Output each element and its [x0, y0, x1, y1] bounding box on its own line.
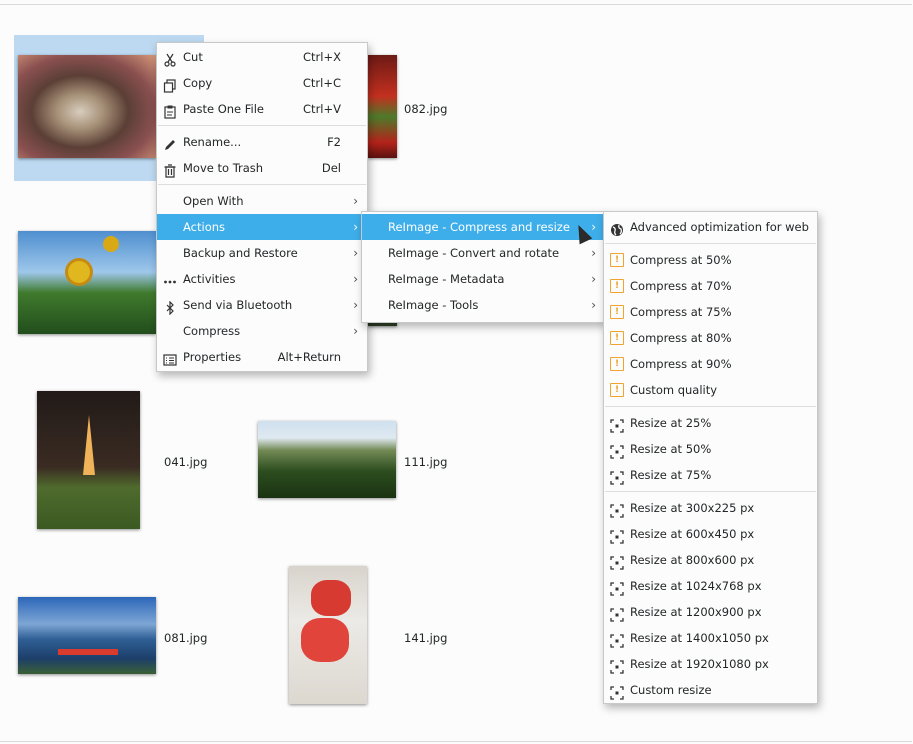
actions-submenu: ReImage - Compress and resize › ReImage …: [361, 211, 606, 323]
file-name-141: 141.jpg: [404, 631, 448, 645]
resize-icon: [610, 579, 624, 596]
thumbnail-sunflowers[interactable]: [18, 231, 156, 334]
menu-item-reimage-compress-resize[interactable]: ReImage - Compress and resize ›: [362, 214, 605, 240]
file-name-081: 081.jpg: [164, 631, 208, 645]
chevron-right-icon: ›: [353, 246, 358, 260]
chevron-right-icon: ›: [591, 298, 596, 312]
menu-item-resize-1200x900[interactable]: Resize at 1200x900 px: [604, 599, 817, 625]
resize-icon: [610, 416, 624, 433]
menu-separator: [158, 184, 366, 185]
menu-item-paste[interactable]: Paste One File Ctrl+V: [157, 96, 367, 122]
bluetooth-icon: [163, 298, 177, 316]
menu-item-activities[interactable]: Activities ›: [157, 266, 367, 292]
image-quality-icon: [610, 377, 624, 403]
menu-item-move-to-trash[interactable]: Move to Trash Del: [157, 155, 367, 181]
resize-icon: [610, 468, 624, 485]
image-quality-icon: [610, 325, 624, 351]
menu-item-send-bluetooth[interactable]: Send via Bluetooth ›: [157, 292, 367, 318]
chevron-right-icon: ›: [591, 246, 596, 260]
chevron-right-icon: ›: [591, 220, 596, 234]
menu-item-compress-50[interactable]: Compress at 50%: [604, 247, 817, 273]
menu-item-reimage-metadata[interactable]: ReImage - Metadata ›: [362, 266, 605, 292]
thumbnail-cinnamon[interactable]: [18, 55, 156, 158]
paste-icon: [163, 102, 177, 119]
image-quality-icon: [610, 351, 624, 377]
menu-separator: [605, 491, 816, 492]
menu-item-resize-800x600[interactable]: Resize at 800x600 px: [604, 547, 817, 573]
globe-icon: [610, 220, 624, 236]
copy-icon: [163, 76, 177, 93]
chevron-right-icon: ›: [353, 272, 358, 286]
resize-icon: [610, 553, 624, 570]
menu-item-compress[interactable]: Compress ›: [157, 318, 367, 344]
context-menu: Cut Ctrl+X Copy Ctrl+C Paste One File Ct…: [156, 42, 368, 372]
trash-icon: [163, 161, 177, 178]
menu-item-backup-restore[interactable]: Backup and Restore ›: [157, 240, 367, 266]
file-name-111: 111.jpg: [404, 455, 448, 469]
thumbnail-082[interactable]: [368, 55, 397, 158]
menu-item-actions[interactable]: Actions ›: [157, 214, 367, 240]
thumbnail-111[interactable]: [258, 421, 396, 498]
image-quality-icon: [610, 299, 624, 325]
thumbnail-141[interactable]: [289, 566, 367, 704]
file-name-082: 082.jpg: [404, 102, 448, 116]
chevron-right-icon: ›: [353, 194, 358, 208]
menu-item-reimage-tools[interactable]: ReImage - Tools ›: [362, 292, 605, 318]
menu-item-reimage-convert-rotate[interactable]: ReImage - Convert and rotate ›: [362, 240, 605, 266]
properties-icon: [163, 350, 177, 366]
menu-item-resize-75[interactable]: Resize at 75%: [604, 462, 817, 488]
menu-item-resize-1920x1080[interactable]: Resize at 1920x1080 px: [604, 651, 817, 677]
chevron-right-icon: ›: [353, 298, 358, 312]
menu-item-resize-300x225[interactable]: Resize at 300x225 px: [604, 495, 817, 521]
scissors-icon: [163, 50, 177, 67]
menu-item-compress-80[interactable]: Compress at 80%: [604, 325, 817, 351]
menu-item-resize-600x450[interactable]: Resize at 600x450 px: [604, 521, 817, 547]
thumbnail-081[interactable]: [18, 597, 156, 674]
menu-item-resize-1400x1050[interactable]: Resize at 1400x1050 px: [604, 625, 817, 651]
chevron-right-icon: ›: [591, 272, 596, 286]
pencil-icon: [163, 135, 177, 150]
resize-icon: [610, 527, 624, 544]
menu-item-compress-75[interactable]: Compress at 75%: [604, 299, 817, 325]
dots-icon: [163, 272, 177, 286]
menu-item-copy[interactable]: Copy Ctrl+C: [157, 70, 367, 96]
resize-icon: [610, 442, 624, 459]
menu-item-compress-70[interactable]: Compress at 70%: [604, 273, 817, 299]
menu-item-properties[interactable]: Properties Alt+Return: [157, 344, 367, 370]
menu-item-open-with[interactable]: Open With ›: [157, 188, 367, 214]
resize-icon: [610, 657, 624, 674]
menu-item-resize-1024x768[interactable]: Resize at 1024x768 px: [604, 573, 817, 599]
menu-separator: [158, 125, 366, 126]
resize-icon: [610, 501, 624, 518]
menu-item-cut[interactable]: Cut Ctrl+X: [157, 44, 367, 70]
thumbnail-041[interactable]: [37, 391, 140, 529]
menu-item-compress-90[interactable]: Compress at 90%: [604, 351, 817, 377]
menu-separator: [605, 243, 816, 244]
menu-item-resize-50[interactable]: Resize at 50%: [604, 436, 817, 462]
image-quality-icon: [610, 273, 624, 299]
menu-separator: [605, 406, 816, 407]
menu-item-custom-resize[interactable]: Custom resize: [604, 677, 817, 703]
menu-item-advanced-optimization-web[interactable]: Advanced optimization for web: [604, 214, 817, 240]
resize-icon: [610, 631, 624, 648]
image-quality-icon: [610, 247, 624, 273]
menu-item-resize-25[interactable]: Resize at 25%: [604, 410, 817, 436]
resize-icon: [610, 683, 624, 700]
menu-item-custom-quality[interactable]: Custom quality: [604, 377, 817, 403]
reimage-compress-resize-submenu: Advanced optimization for web Compress a…: [603, 211, 818, 704]
resize-icon: [610, 605, 624, 622]
chevron-right-icon: ›: [353, 220, 358, 234]
file-name-041: 041.jpg: [164, 455, 208, 469]
chevron-right-icon: ›: [353, 324, 358, 338]
menu-item-rename[interactable]: Rename... F2: [157, 129, 367, 155]
